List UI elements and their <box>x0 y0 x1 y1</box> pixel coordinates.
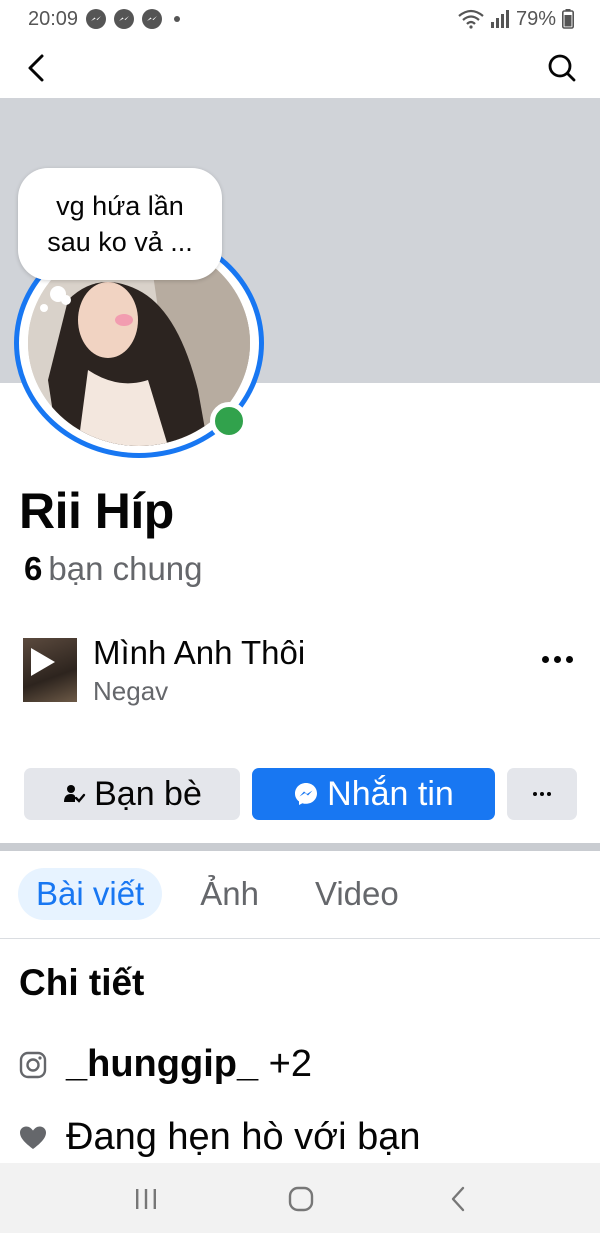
messenger-notification-icon <box>114 9 135 29</box>
wifi-icon <box>458 9 484 29</box>
battery-percent: 79% <box>515 7 556 30</box>
friends-button[interactable]: Bạn bè <box>24 768 240 820</box>
profile-tabs: Bài viết Ảnh Video <box>18 868 417 920</box>
back-button[interactable] <box>18 50 54 86</box>
instagram-extra: +2 <box>268 1043 312 1085</box>
music-title: Mình Anh Thôi <box>93 634 306 671</box>
app-bar <box>0 38 600 98</box>
recent-apps-button[interactable] <box>126 1185 166 1213</box>
system-back-button[interactable] <box>438 1185 478 1213</box>
message-button[interactable]: Nhắn tin <box>252 768 495 820</box>
tab-photos[interactable]: Ảnh <box>182 868 277 920</box>
tab-videos[interactable]: Video <box>297 868 417 920</box>
online-status-indicator <box>210 402 248 440</box>
more-options-button[interactable] <box>507 768 577 820</box>
relationship-text: Đang hẹn hò với bạn <box>66 1116 421 1158</box>
back-icon <box>451 1186 465 1212</box>
music-thumbnail[interactable] <box>23 638 77 702</box>
instagram-icon <box>18 1050 48 1080</box>
detail-relationship: Đang hẹn hò với bạn <box>18 1116 421 1159</box>
status-time: 20:09 <box>28 7 79 30</box>
mutual-friends-label: bạn chung <box>48 550 203 587</box>
details-title: Chi tiết <box>19 962 145 1003</box>
more-icon <box>533 792 551 796</box>
mutual-friends-count: 6 <box>24 550 43 587</box>
mutual-friends[interactable]: 6 bạn chung <box>24 550 203 588</box>
section-divider <box>0 843 600 851</box>
detail-instagram[interactable]: _hunggip_ +2 <box>18 1043 312 1086</box>
system-nav-bar <box>0 1163 600 1233</box>
friend-check-icon <box>64 785 86 803</box>
status-bar: 20:09 79% <box>0 0 600 38</box>
messenger-notification-icon <box>86 9 107 29</box>
search-button[interactable] <box>544 50 580 86</box>
profile-music[interactable]: Mình Anh Thôi Negav <box>23 634 583 706</box>
play-icon <box>31 648 55 676</box>
tabs-divider <box>0 938 600 939</box>
recent-apps-icon <box>136 1189 156 1209</box>
note-bubble-tail <box>50 286 66 302</box>
home-button[interactable] <box>281 1185 321 1213</box>
profile-name: Rii Híp <box>19 483 174 539</box>
signal-icon <box>490 10 509 28</box>
heart-icon <box>18 1123 48 1153</box>
status-right: 79% <box>458 8 574 31</box>
profile-note-text: vg hứa lần sau ko vả ... <box>47 191 193 257</box>
messenger-notification-icon <box>142 9 163 29</box>
search-icon <box>548 54 576 82</box>
instagram-handle[interactable]: _hunggip_ <box>66 1043 258 1085</box>
home-icon <box>288 1186 314 1212</box>
note-bubble-tail <box>40 304 48 312</box>
battery-icon <box>562 9 574 29</box>
profile-note-bubble[interactable]: vg hứa lần sau ko vả ... <box>18 168 222 280</box>
chevron-left-icon <box>28 54 44 82</box>
message-button-label: Nhắn tin <box>327 774 454 813</box>
tab-posts[interactable]: Bài viết <box>18 868 163 920</box>
more-notifications-icon <box>174 16 181 22</box>
messenger-icon <box>295 783 318 805</box>
friends-button-label: Bạn bè <box>94 774 202 813</box>
music-artist: Negav <box>93 676 169 706</box>
status-left: 20:09 <box>28 7 181 31</box>
music-more-button[interactable] <box>542 656 573 663</box>
